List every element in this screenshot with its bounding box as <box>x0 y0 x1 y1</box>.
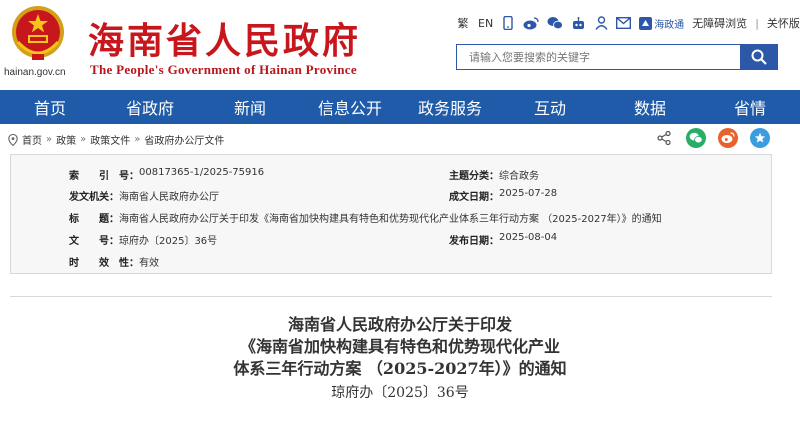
main-nav: 首页 省政府 新闻 信息公开 政务服务 互动 数据 省情 <box>0 90 800 124</box>
meta-docno-value: 琼府办〔2025〕36号 <box>119 236 218 247</box>
hainantong-icon <box>639 16 653 30</box>
document-meta-box: 索 引 号： 00817365-1/2025-75916 主题分类： 综合政务 … <box>10 154 772 274</box>
meta-topic-label: 主题分类： <box>449 171 499 182</box>
site-title[interactable]: 海南省人民政府 <box>88 12 361 64</box>
nav-item-news[interactable]: 新闻 <box>200 90 300 124</box>
meta-title-row: 标 题： 海南省人民政府办公厅关于印发《海南省加快构建具有特色和优势现代化产业体… <box>69 210 662 225</box>
search-icon <box>751 49 767 65</box>
nav-item-services[interactable]: 政务服务 <box>400 90 500 124</box>
document-title-line-2: 《海南省加快构建具有特色和优势现代化产业 <box>239 337 560 356</box>
meta-validity-value: 有效 <box>139 258 159 269</box>
meta-issuer-row: 发文机关： 海南省人民政府办公厅 <box>69 188 219 203</box>
tool-separator: | <box>755 16 759 30</box>
breadcrumb: 首页 » 政策 » 政策文件 » 省政府办公厅文件 <box>8 132 224 147</box>
meta-validity-label: 时 效 性： <box>69 258 139 269</box>
mail-icon[interactable] <box>616 15 632 31</box>
meta-docno-row: 文 号： 琼府办〔2025〕36号 <box>69 232 217 247</box>
breadcrumb-separator: » <box>46 134 53 145</box>
meta-index-row: 索 引 号： 00817365-1/2025-75916 <box>69 167 264 182</box>
breadcrumb-row: 首页 » 政策 » 政策文件 » 省政府办公厅文件 <box>0 124 800 152</box>
mobile-icon[interactable] <box>501 15 515 31</box>
content-divider <box>10 296 772 297</box>
site-domain: hainan.gov.cn <box>4 67 66 78</box>
weibo-share-icon[interactable] <box>718 128 738 148</box>
nav-item-government[interactable]: 省政府 <box>100 90 200 124</box>
hainantong-label: 海政通 <box>654 19 685 31</box>
location-pin-icon <box>8 133 18 146</box>
english-link[interactable]: EN <box>478 15 493 31</box>
nav-item-home[interactable]: 首页 <box>0 90 100 124</box>
hainantong-link[interactable]: 海政通 <box>639 15 684 31</box>
national-emblem-icon[interactable] <box>8 4 68 64</box>
wechat-icon[interactable] <box>547 15 564 31</box>
wechat-share-icon[interactable] <box>686 128 706 148</box>
meta-issuer-label: 发文机关： <box>69 192 119 203</box>
search-input[interactable] <box>457 45 740 69</box>
nav-item-province[interactable]: 省情 <box>700 90 800 124</box>
meta-title-value: 海南省人民政府办公厅关于印发《海南省加快构建具有特色和优势现代化产业体系三年行动… <box>119 214 662 225</box>
meta-publish-label: 发布日期： <box>449 236 499 247</box>
meta-date-row: 成文日期： 2025-07-28 <box>449 188 557 203</box>
nav-item-data[interactable]: 数据 <box>600 90 700 124</box>
nav-item-disclosure[interactable]: 信息公开 <box>300 90 400 124</box>
accessible-link[interactable]: 无障碍浏览 <box>692 15 747 31</box>
meta-publish-value: 2025-08-04 <box>499 232 558 243</box>
meta-date-value: 2025-07-28 <box>499 188 558 199</box>
breadcrumb-separator: » <box>80 134 87 145</box>
top-toolbar: 繁 EN 海政通 无障碍浏览 | 关怀版 <box>456 14 800 32</box>
meta-docno-label: 文 号： <box>69 236 119 247</box>
site-title-english: The People's Government of Hainan Provin… <box>90 62 357 77</box>
breadcrumb-item-home[interactable]: 首页 <box>22 132 42 147</box>
user-icon[interactable] <box>594 15 608 31</box>
care-mode-link[interactable]: 关怀版 <box>767 15 800 31</box>
meta-title-label: 标 题： <box>69 214 119 225</box>
meta-publish-row: 发布日期： 2025-08-04 <box>449 232 557 247</box>
robot-icon[interactable] <box>571 15 586 31</box>
document-title-line-1: 海南省人民政府办公厅关于印发 <box>287 315 512 334</box>
meta-date-label: 成文日期： <box>449 192 499 203</box>
document-title-line-3: 体系三年行动方案 （2025-2027年）》的通知 <box>233 359 567 378</box>
nav-item-interaction[interactable]: 互动 <box>500 90 600 124</box>
meta-issuer-value: 海南省人民政府办公厅 <box>119 192 219 203</box>
star-share-icon[interactable] <box>750 128 770 148</box>
document-number: 琼府办〔2025〕36号 <box>331 385 469 401</box>
site-header: hainan.gov.cn 海南省人民政府 The People's Gover… <box>0 0 800 90</box>
breadcrumb-item-policy[interactable]: 政策 <box>56 132 76 147</box>
share-bar <box>654 128 770 148</box>
breadcrumb-item-policy-docs[interactable]: 政策文件 <box>90 132 130 147</box>
breadcrumb-item-office-docs[interactable]: 省政府办公厅文件 <box>144 132 224 147</box>
meta-validity-row: 时 效 性： 有效 <box>69 254 159 269</box>
search-button[interactable] <box>740 44 778 70</box>
breadcrumb-separator: » <box>134 134 141 145</box>
meta-topic-value: 综合政务 <box>499 171 539 182</box>
search-box <box>456 44 740 70</box>
traditional-chinese-link[interactable]: 繁 <box>456 15 470 31</box>
meta-index-label: 索 引 号： <box>69 171 139 182</box>
meta-topic-row: 主题分类： 综合政务 <box>449 167 539 182</box>
share-icon[interactable] <box>654 128 674 148</box>
weibo-icon[interactable] <box>523 15 539 31</box>
meta-index-value: 00817365-1/2025-75916 <box>139 167 265 178</box>
document-heading: 海南省人民政府办公厅关于印发 《海南省加快构建具有特色和优势现代化产业 体系三年… <box>0 314 800 404</box>
